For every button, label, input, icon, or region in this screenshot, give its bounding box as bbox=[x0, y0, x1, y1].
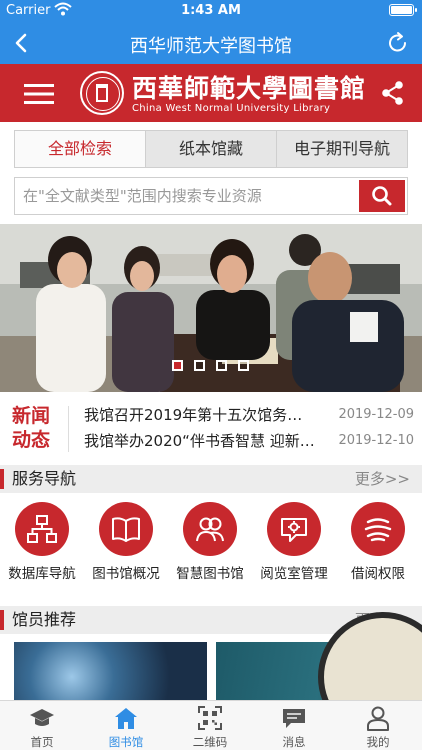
chat-icon bbox=[283, 709, 305, 728]
status-bar: Carrier 1:43 AM bbox=[0, 0, 422, 22]
battery-level bbox=[391, 6, 412, 14]
qr-code-icon bbox=[198, 706, 222, 730]
service-label: 阅览室管理 bbox=[260, 566, 328, 582]
search-button[interactable] bbox=[359, 180, 405, 212]
services-grid: 数据库导航 图书馆概况 智慧图书馆 阅览室管理 借阅权限 bbox=[0, 494, 422, 600]
tab-print-collection[interactable]: 纸本馆藏 bbox=[145, 131, 276, 167]
carousel-dot[interactable] bbox=[172, 360, 183, 371]
recommend-section-title: 馆员推荐 bbox=[12, 610, 77, 629]
tab-label: 消息 bbox=[282, 735, 306, 749]
database-network-icon bbox=[15, 502, 69, 556]
tab-home[interactable]: 首页 bbox=[0, 701, 84, 750]
library-logo: 西華師範大學圖書館 China West Normal University L… bbox=[80, 69, 365, 117]
search-icon bbox=[372, 186, 392, 206]
user-icon bbox=[367, 706, 389, 731]
news-divider bbox=[68, 406, 69, 452]
recommend-card-image[interactable] bbox=[216, 612, 422, 742]
graduation-cap-icon bbox=[30, 709, 54, 726]
services-section-header: 服务导航 更多>> bbox=[0, 465, 422, 493]
section-accent-bar bbox=[0, 469, 4, 489]
service-label: 图书馆概况 bbox=[92, 566, 160, 582]
news-item-title: 我馆召开2019年第十五次馆务会议 bbox=[84, 406, 316, 424]
tab-label: 我的 bbox=[366, 735, 390, 749]
service-smart-library[interactable]: 智慧图书馆 bbox=[168, 502, 252, 592]
logo-english-name: China West Normal University Library bbox=[132, 103, 331, 114]
service-label: 智慧图书馆 bbox=[176, 566, 244, 582]
tab-mine[interactable]: 我的 bbox=[336, 701, 420, 750]
service-reading-room-management[interactable]: 阅览室管理 bbox=[252, 502, 336, 592]
service-label: 借阅权限 bbox=[351, 566, 405, 582]
carousel-dot[interactable] bbox=[238, 360, 249, 371]
refresh-icon[interactable] bbox=[386, 30, 410, 56]
recommend-list bbox=[0, 612, 422, 742]
status-time: 1:43 AM bbox=[181, 3, 241, 18]
open-book-icon bbox=[99, 502, 153, 556]
top-bar: Carrier 1:43 AM 西华师范大学图书馆 bbox=[0, 0, 422, 64]
tab-ejournal-navigation[interactable]: 电子期刊导航 bbox=[276, 131, 407, 167]
services-section-title: 服务导航 bbox=[12, 469, 77, 488]
section-accent-bar bbox=[0, 610, 4, 630]
news-label: 新闻 动态 bbox=[12, 404, 56, 452]
logo-chinese-name: 西華師範大學圖書館 bbox=[132, 74, 367, 103]
tab-library[interactable]: 图书馆 bbox=[84, 701, 168, 750]
services-more-link[interactable]: 更多>> bbox=[355, 465, 410, 493]
tab-label: 图书馆 bbox=[108, 735, 144, 749]
navigation-bar: 西华师范大学图书馆 bbox=[0, 22, 422, 64]
tab-all-search[interactable]: 全部检索 bbox=[15, 131, 145, 167]
ribbon-icon bbox=[351, 502, 405, 556]
back-arrow-icon[interactable] bbox=[10, 30, 34, 56]
search-input[interactable] bbox=[15, 178, 357, 214]
tab-qr-code[interactable]: 二维码 bbox=[168, 701, 252, 750]
recommend-card-image[interactable] bbox=[14, 642, 207, 700]
service-database-navigation[interactable]: 数据库导航 bbox=[0, 502, 84, 592]
settings-bubble-icon bbox=[267, 502, 321, 556]
news-item-title: 我馆举办2020“伴书香智慧 迎新春”活动 bbox=[84, 432, 316, 450]
tab-messages[interactable]: 消息 bbox=[252, 701, 336, 750]
bottom-tab-bar: 首页 图书馆 二维码 消息 我的 bbox=[0, 700, 422, 750]
news-item-date: 2019-12-10 bbox=[338, 433, 414, 448]
carousel-dot[interactable] bbox=[194, 360, 205, 371]
news-label-line1: 新闻 bbox=[12, 405, 51, 427]
tab-label: 二维码 bbox=[192, 735, 228, 749]
carousel-indicator bbox=[172, 360, 252, 372]
news-section: 新闻 动态 我馆召开2019年第十五次馆务会议 2019-12-09 我馆举办2… bbox=[0, 398, 422, 460]
news-item[interactable]: 我馆举办2020“伴书香智慧 迎新春”活动 2019-12-10 bbox=[84, 429, 414, 453]
service-borrowing-rights[interactable]: 借阅权限 bbox=[336, 502, 420, 592]
service-label: 数据库导航 bbox=[8, 566, 76, 582]
service-library-overview[interactable]: 图书馆概况 bbox=[84, 502, 168, 592]
library-banner: 西華師範大學圖書館 China West Normal University L… bbox=[0, 64, 422, 122]
share-icon[interactable] bbox=[380, 80, 406, 106]
page-title: 西华师范大学图书馆 bbox=[130, 36, 292, 57]
university-seal-icon bbox=[80, 71, 124, 115]
search-scope-tabs: 全部检索 纸本馆藏 电子期刊导航 bbox=[14, 130, 408, 168]
menu-icon[interactable] bbox=[24, 82, 54, 106]
battery-icon bbox=[389, 4, 417, 16]
carousel-dot[interactable] bbox=[216, 360, 227, 371]
users-icon bbox=[183, 502, 237, 556]
app-screen: Carrier 1:43 AM 西华师范大学图书馆 西華師範大學圖書館 Chin… bbox=[0, 0, 422, 750]
home-icon bbox=[115, 708, 137, 729]
news-item-date: 2019-12-09 bbox=[338, 407, 414, 422]
news-label-line2: 动态 bbox=[12, 429, 51, 451]
tab-label: 首页 bbox=[30, 735, 54, 749]
search-bar bbox=[14, 177, 408, 215]
news-item[interactable]: 我馆召开2019年第十五次馆务会议 2019-12-09 bbox=[84, 403, 414, 427]
